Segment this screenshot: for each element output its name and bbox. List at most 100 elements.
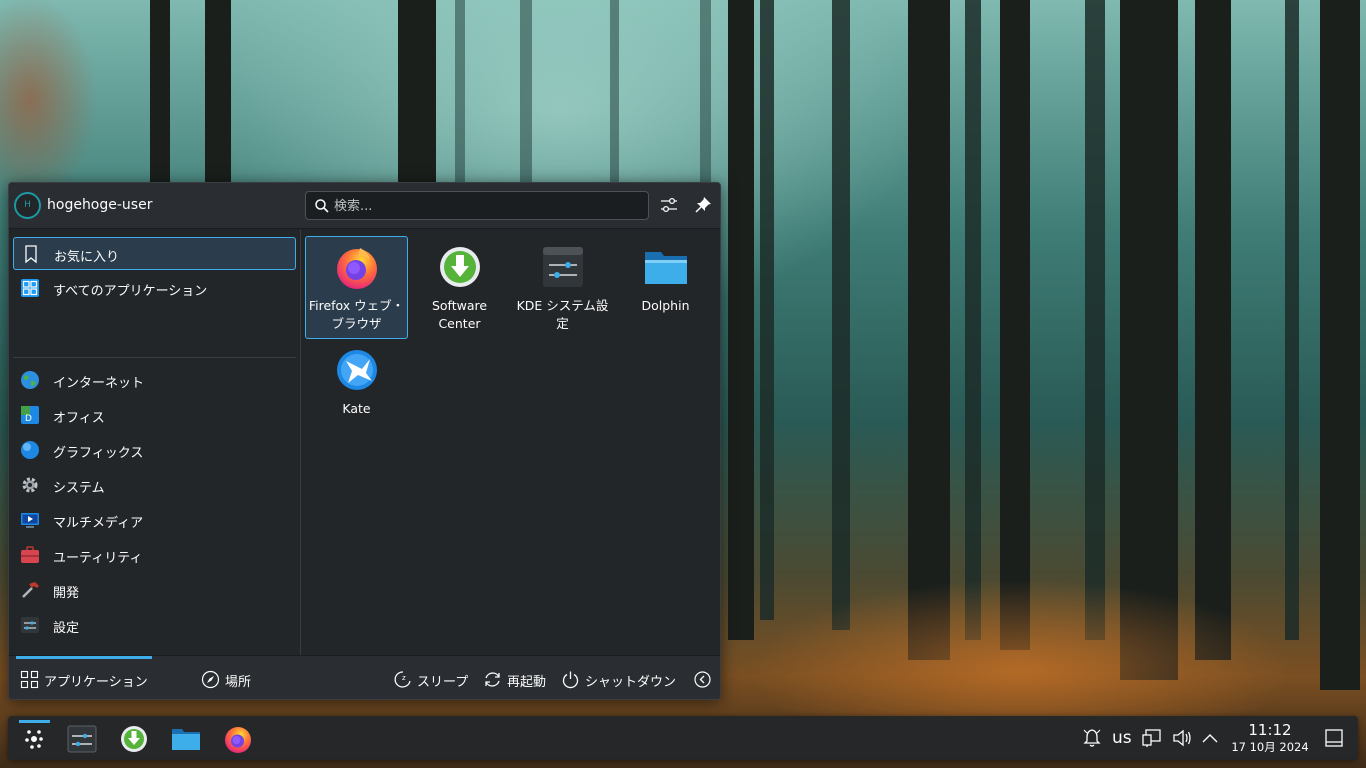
system-settings-icon <box>67 725 97 753</box>
volume-icon <box>1173 729 1191 747</box>
software-center-icon <box>121 726 147 752</box>
wallpaper-tree <box>398 0 436 182</box>
app-kate[interactable]: Kate <box>305 339 408 442</box>
firefox-icon <box>225 727 251 753</box>
pin-button[interactable] <box>692 194 714 216</box>
kate-icon <box>337 350 377 390</box>
bookmark-icon <box>25 245 37 264</box>
folder-icon <box>172 729 200 750</box>
clock-time: 11:12 <box>1248 721 1292 739</box>
wallpaper-foliage <box>0 0 160 200</box>
office-icon: D <box>21 406 39 424</box>
category-label: インターネット <box>53 376 145 391</box>
avatar[interactable]: H <box>14 192 41 219</box>
wallpaper-tree <box>1285 0 1299 640</box>
category-sidebar: お気に入り すべてのアプリケーション インターネット D オフィス グラフィック… <box>9 230 301 655</box>
category-multimedia[interactable]: マルチメディア <box>13 504 296 537</box>
category-label: お気に入り <box>54 250 120 265</box>
app-grid: Firefox ウェブ・ブラウザ Software Center KDE システ… <box>305 236 717 646</box>
clock-date: 17 10月 2024 <box>1231 740 1309 754</box>
category-favorites[interactable]: お気に入り <box>13 237 296 270</box>
network-wired-icon <box>1142 729 1161 747</box>
wallpaper-tree <box>760 0 774 620</box>
compass-icon <box>201 670 220 689</box>
category-all-applications[interactable]: すべてのアプリケーション <box>13 272 296 305</box>
restart-icon <box>485 672 500 687</box>
configure-button[interactable] <box>658 194 680 216</box>
wallpaper-tree <box>1000 0 1030 650</box>
svg-text:z: z <box>402 674 406 682</box>
gear-icon <box>22 477 38 493</box>
multimedia-icon <box>21 513 39 528</box>
category-label: グラフィックス <box>53 446 144 461</box>
category-settings[interactable]: 設定 <box>13 609 296 642</box>
network-button[interactable] <box>1141 727 1163 749</box>
hammer-icon <box>22 582 39 598</box>
app-system-settings[interactable]: KDE システム設定 <box>511 236 614 339</box>
bell-icon <box>1083 729 1101 747</box>
task-system-settings[interactable] <box>62 720 102 756</box>
launcher-active-indicator <box>19 720 50 723</box>
category-system[interactable]: システム <box>13 469 296 502</box>
wallpaper-tree <box>205 0 231 182</box>
task-dolphin[interactable] <box>166 720 206 756</box>
chevron-left-icon <box>694 671 711 688</box>
volume-button[interactable] <box>1171 727 1193 749</box>
search-field[interactable] <box>305 191 649 220</box>
application-launcher: H hogehoge-user 検索... お気に入り すべてのアプリケーション… <box>8 182 721 700</box>
category-graphics[interactable]: グラフィックス <box>13 434 296 467</box>
category-label: マルチメディア <box>53 516 144 531</box>
search-icon <box>315 199 329 213</box>
wallpaper-tree <box>832 0 850 630</box>
grid-icon <box>21 279 39 297</box>
pin-icon <box>695 197 711 213</box>
launcher-footer: アプリケーション 場所 z スリープ 再起動 シャットダウン <box>9 655 720 699</box>
app-label: Firefox ウェブ・ブラウザ <box>308 298 405 331</box>
keyboard-layout-indicator[interactable]: us <box>1112 728 1132 748</box>
notifications-button[interactable] <box>1081 727 1103 749</box>
app-software-center[interactable]: Software Center <box>408 236 511 339</box>
tab-label: アプリケーション <box>44 675 148 690</box>
category-label: すべてのアプリケーション <box>53 284 208 299</box>
active-tab-indicator <box>16 656 152 659</box>
wallpaper-tree <box>728 0 754 640</box>
show-desktop-button[interactable] <box>1323 727 1345 749</box>
restart-label: 再起動 <box>507 675 547 690</box>
system-settings-icon <box>543 247 583 287</box>
task-software-center[interactable] <box>114 720 154 756</box>
svg-text:D: D <box>25 414 32 424</box>
app-label: KDE システム設定 <box>516 298 609 331</box>
launcher-header: H hogehoge-user <box>9 183 720 229</box>
more-options-button[interactable] <box>693 669 713 691</box>
globe-icon <box>21 371 39 389</box>
sidebar-divider <box>13 357 296 358</box>
sleep-icon: z <box>394 671 411 688</box>
application-launcher-button[interactable] <box>14 720 54 756</box>
toolbox-icon <box>21 546 39 563</box>
search-input[interactable] <box>334 196 634 216</box>
category-office[interactable]: D オフィス <box>13 399 296 432</box>
category-label: 開発 <box>53 586 80 601</box>
category-development[interactable]: 開発 <box>13 574 296 607</box>
folder-icon <box>645 252 687 284</box>
task-firefox[interactable] <box>218 720 258 756</box>
wallpaper-foliage <box>700 560 1366 720</box>
category-utilities[interactable]: ユーティリティ <box>13 539 296 572</box>
app-label: Software Center <box>431 298 488 331</box>
wallpaper-tree <box>965 0 981 640</box>
app-dolphin[interactable]: Dolphin <box>614 236 717 339</box>
app-label: Dolphin <box>641 298 690 313</box>
taskbar: us 11:12 17 10月 2024 <box>8 716 1358 760</box>
category-label: オフィス <box>53 411 105 426</box>
tab-label: 場所 <box>225 675 252 690</box>
category-label: 設定 <box>53 621 80 636</box>
sliders-icon <box>661 197 677 213</box>
chevron-up-icon <box>1202 734 1218 743</box>
tray-expand-button[interactable] <box>1199 727 1221 749</box>
app-firefox[interactable]: Firefox ウェブ・ブラウザ <box>305 236 408 339</box>
graphics-icon <box>21 441 39 459</box>
wallpaper-tree <box>150 0 170 182</box>
software-center-icon <box>440 247 480 287</box>
show-desktop-icon <box>1325 729 1343 747</box>
category-internet[interactable]: インターネット <box>13 364 296 397</box>
